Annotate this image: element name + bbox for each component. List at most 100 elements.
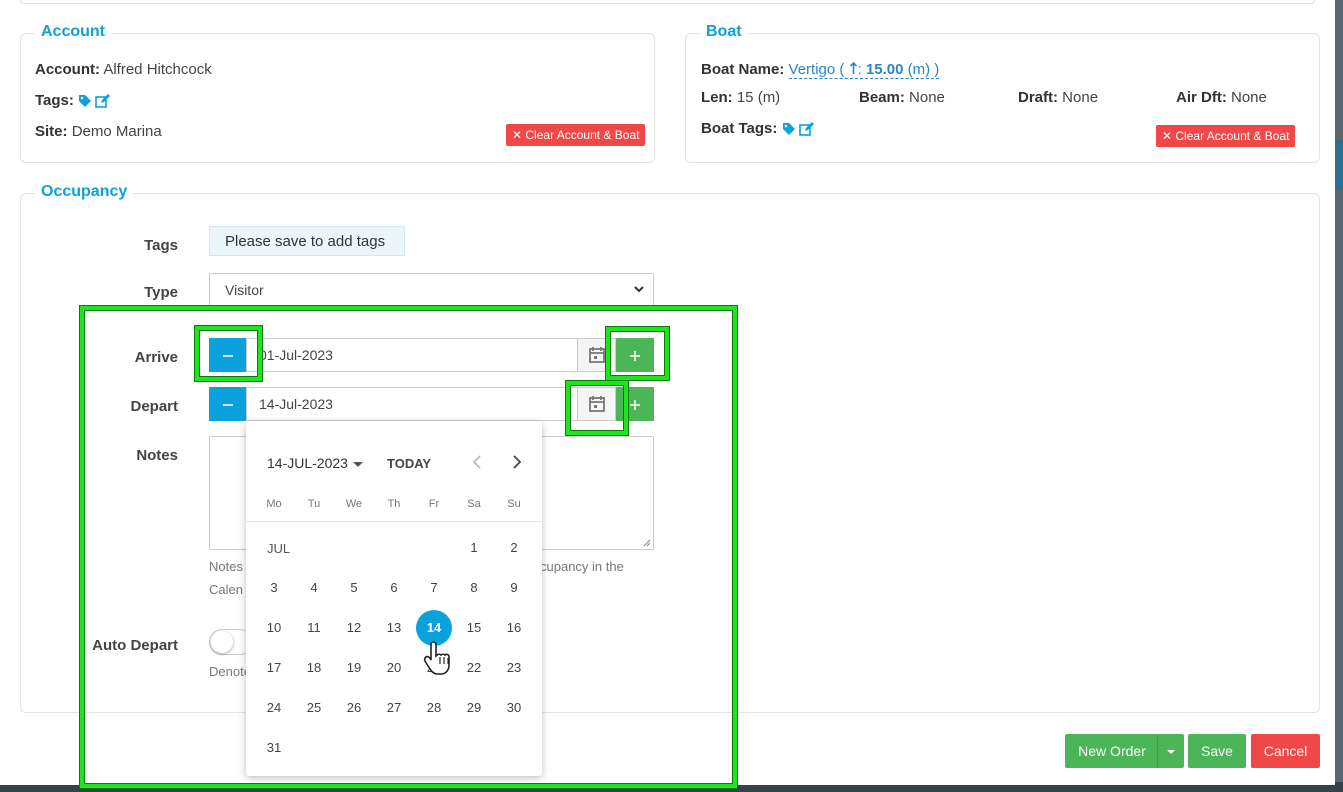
day-cell[interactable]: 27 — [376, 690, 412, 726]
draft-label: Draft: — [1018, 89, 1058, 106]
airdft-row: Air Dft: None — [1176, 89, 1267, 106]
calendar-icon — [588, 347, 605, 363]
edit-icon[interactable] — [95, 94, 111, 108]
type-value: Visitor — [225, 282, 264, 298]
top-divider — [20, 0, 1315, 4]
day-cell[interactable]: 2 — [496, 530, 532, 566]
draft-row: Draft: None — [1018, 89, 1098, 106]
day-cell[interactable]: 26 — [336, 690, 372, 726]
day-cell[interactable]: 10 — [256, 610, 292, 646]
day-cell[interactable]: 28 — [416, 690, 452, 726]
weekday-label: Su — [507, 498, 521, 510]
weekday-label: We — [345, 498, 363, 510]
today-button[interactable]: TODAY — [387, 456, 431, 471]
resize-handle-icon[interactable] — [643, 539, 651, 547]
datepicker-month-selector[interactable]: 14-JUL-2023 — [267, 455, 363, 471]
length-icon — [849, 61, 857, 74]
arrive-date-input[interactable]: 01-Jul-2023 — [246, 338, 578, 372]
day-cell[interactable]: 17 — [256, 650, 292, 686]
notes-help-end: cupancy in the — [540, 559, 624, 574]
site-row: Site: Demo Marina — [35, 123, 162, 140]
new-order-button[interactable]: New Order — [1065, 734, 1159, 768]
tag-icon[interactable] — [78, 94, 92, 108]
depart-date-input[interactable]: 14-Jul-2023 — [246, 387, 578, 421]
auto-depart-help: Denote — [209, 664, 251, 679]
day-cell[interactable]: 30 — [496, 690, 532, 726]
weekday-label: Th — [387, 498, 401, 510]
day-cell[interactable]: 13 — [376, 610, 412, 646]
chevron-down-icon — [634, 286, 644, 293]
boat-name-row: Boat Name: Vertigo ( : 15.00 (m) ) — [701, 61, 940, 79]
beam-label: Beam: — [859, 89, 905, 106]
prev-month-icon[interactable] — [467, 452, 487, 472]
minus-icon — [222, 403, 233, 406]
clear-account-boat-button-2[interactable]: ✕ Clear Account & Boat — [1156, 125, 1296, 147]
occupancy-modal: Account Account: Alfred Hitchcock Tags: … — [0, 0, 1335, 788]
calendar-icon — [588, 396, 605, 412]
new-order-dropdown-button[interactable] — [1157, 734, 1184, 768]
day-cell[interactable]: 31 — [256, 730, 292, 766]
day-cell[interactable]: 5 — [336, 570, 372, 606]
beam-value: None — [909, 89, 945, 106]
depart-calendar-button[interactable] — [578, 387, 616, 421]
day-cell[interactable]: 9 — [496, 570, 532, 606]
day-cell[interactable]: 16 — [496, 610, 532, 646]
airdft-label: Air Dft: — [1176, 89, 1227, 106]
account-legend: Account — [35, 23, 111, 41]
day-cell[interactable]: 20 — [376, 650, 412, 686]
day-cell[interactable]: 7 — [416, 570, 452, 606]
day-cell[interactable]: 4 — [296, 570, 332, 606]
day-cell[interactable]: 19 — [336, 650, 372, 686]
datepicker-popup: 14-JUL-2023 TODAY JUL Mo Tu We Th Fr Sa Su 1 2 3 4… — [246, 421, 542, 776]
depart-plus-button[interactable] — [616, 387, 654, 421]
airdft-value: None — [1231, 89, 1267, 106]
len-value: 15 (m) — [736, 89, 781, 106]
day-cell[interactable]: 15 — [456, 610, 492, 646]
day-cell[interactable]: 1 — [456, 530, 492, 566]
next-month-icon[interactable] — [507, 452, 527, 472]
site-value: Demo Marina — [71, 123, 162, 140]
day-cell[interactable]: 25 — [296, 690, 332, 726]
day-cell[interactable]: 24 — [256, 690, 292, 726]
boat-name-link[interactable]: Vertigo ( : 15.00 (m) ) — [788, 61, 940, 79]
boat-tags-label: Boat Tags: — [701, 120, 778, 137]
day-cell[interactable]: 11 — [296, 610, 332, 646]
notes-help-start: Notes — [209, 559, 243, 574]
arrive-field: 01-Jul-2023 — [209, 338, 654, 372]
tags-field-label: Tags — [144, 237, 178, 254]
account-label: Account: — [35, 61, 100, 78]
beam-row: Beam: None — [859, 89, 945, 106]
day-cell[interactable]: 3 — [256, 570, 292, 606]
site-label: Site: — [35, 123, 68, 140]
weekday-label: Sa — [467, 498, 481, 510]
caret-down-icon — [352, 461, 363, 467]
tags-row: Tags: — [35, 92, 111, 109]
boat-name-text: Vertigo ( — [788, 61, 849, 78]
day-cell[interactable]: 8 — [456, 570, 492, 606]
cancel-button[interactable]: Cancel — [1251, 734, 1320, 768]
month-label: JUL — [267, 541, 291, 556]
depart-minus-button[interactable] — [209, 387, 246, 421]
boat-length-value: 15.00 — [865, 61, 904, 78]
type-select[interactable]: Visitor — [209, 273, 654, 307]
arrive-plus-button[interactable] — [616, 338, 654, 372]
arrive-minus-button[interactable] — [209, 338, 246, 372]
day-cell[interactable]: 12 — [336, 610, 372, 646]
tag-icon[interactable] — [782, 122, 796, 136]
boat-tags-row: Boat Tags: — [701, 120, 814, 137]
edit-icon[interactable] — [798, 122, 814, 136]
clear-account-boat-button[interactable]: ✕ Clear Account & Boat — [506, 124, 646, 146]
day-cell[interactable]: 23 — [496, 650, 532, 686]
type-label: Type — [144, 284, 178, 301]
day-cell[interactable]: 18 — [296, 650, 332, 686]
day-cell[interactable]: 6 — [376, 570, 412, 606]
tags-save-note: Please save to add tags — [209, 226, 405, 256]
arrive-calendar-button[interactable] — [578, 338, 616, 372]
hand-cursor-icon — [423, 641, 450, 675]
arrive-label: Arrive — [134, 349, 178, 366]
day-cell[interactable]: 29 — [456, 690, 492, 726]
len-label: Len: — [701, 89, 733, 106]
tags-label: Tags: — [35, 92, 74, 109]
day-cell[interactable]: 22 — [456, 650, 492, 686]
save-button[interactable]: Save — [1188, 734, 1246, 768]
